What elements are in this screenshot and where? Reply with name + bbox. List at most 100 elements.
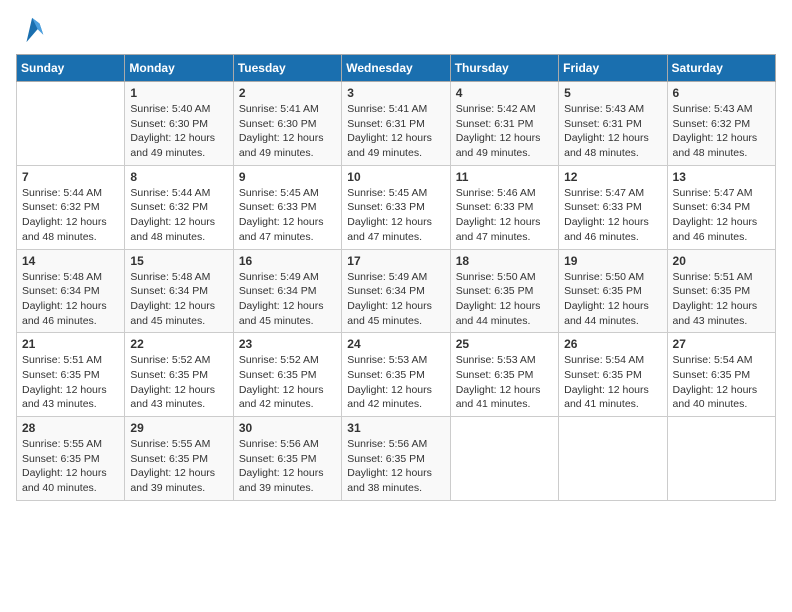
calendar-cell: 4 Sunrise: 5:42 AM Sunset: 6:31 PM Daylig… [450,82,558,166]
day-number: 25 [456,337,553,351]
calendar-week-row: 14 Sunrise: 5:48 AM Sunset: 6:34 PM Dayli… [17,249,776,333]
day-info: Sunrise: 5:44 AM Sunset: 6:32 PM Dayligh… [130,186,227,245]
day-info: Sunrise: 5:43 AM Sunset: 6:32 PM Dayligh… [673,102,770,161]
day-number: 3 [347,86,444,100]
day-number: 19 [564,254,661,268]
day-info: Sunrise: 5:54 AM Sunset: 6:35 PM Dayligh… [564,353,661,412]
calendar-cell: 13 Sunrise: 5:47 AM Sunset: 6:34 PM Dayli… [667,165,775,249]
day-info: Sunrise: 5:40 AM Sunset: 6:30 PM Dayligh… [130,102,227,161]
calendar-cell: 12 Sunrise: 5:47 AM Sunset: 6:33 PM Dayli… [559,165,667,249]
calendar-cell: 26 Sunrise: 5:54 AM Sunset: 6:35 PM Dayli… [559,333,667,417]
day-number: 23 [239,337,336,351]
calendar-cell: 27Sunrise: 5:54 AM Sunset: 6:35 PM Dayli… [667,333,775,417]
calendar-cell: 28Sunrise: 5:55 AM Sunset: 6:35 PM Dayli… [17,417,125,501]
day-number: 2 [239,86,336,100]
day-info: Sunrise: 5:51 AM Sunset: 6:35 PM Dayligh… [22,353,119,412]
day-number: 15 [130,254,227,268]
calendar-week-row: 21 Sunrise: 5:51 AM Sunset: 6:35 PM Dayli… [17,333,776,417]
day-number: 14 [22,254,119,268]
calendar-cell: 7 Sunrise: 5:44 AM Sunset: 6:32 PM Daylig… [17,165,125,249]
calendar-cell: 31 Sunrise: 5:56 AM Sunset: 6:35 PM Dayli… [342,417,450,501]
calendar-cell: 15 Sunrise: 5:48 AM Sunset: 6:34 PM Dayli… [125,249,233,333]
calendar-cell: 5 Sunrise: 5:43 AM Sunset: 6:31 PM Daylig… [559,82,667,166]
day-of-week-header: Friday [559,55,667,82]
calendar-cell: 22 Sunrise: 5:52 AM Sunset: 6:35 PM Dayli… [125,333,233,417]
day-number: 22 [130,337,227,351]
day-number: 6 [673,86,770,100]
calendar-cell: 9Sunrise: 5:45 AM Sunset: 6:33 PM Daylig… [233,165,341,249]
day-number: 18 [456,254,553,268]
day-info: Sunrise: 5:52 AM Sunset: 6:35 PM Dayligh… [239,353,336,412]
calendar-cell: 23 Sunrise: 5:52 AM Sunset: 6:35 PM Dayli… [233,333,341,417]
day-number: 31 [347,421,444,435]
day-info: Sunrise: 5:53 AM Sunset: 6:35 PM Dayligh… [456,353,553,412]
calendar-table: SundayMondayTuesdayWednesdayThursdayFrid… [16,54,776,501]
day-number: 7 [22,170,119,184]
calendar-cell: 17Sunrise: 5:49 AM Sunset: 6:34 PM Dayli… [342,249,450,333]
day-info: Sunrise: 5:48 AM Sunset: 6:34 PM Dayligh… [22,270,119,329]
day-number: 21 [22,337,119,351]
page-header [16,16,776,44]
calendar-cell: 6 Sunrise: 5:43 AM Sunset: 6:32 PM Daylig… [667,82,775,166]
calendar-cell: 20 Sunrise: 5:51 AM Sunset: 6:35 PM Dayli… [667,249,775,333]
day-number: 26 [564,337,661,351]
day-info: Sunrise: 5:49 AM Sunset: 6:34 PM Dayligh… [239,270,336,329]
day-info: Sunrise: 5:56 AM Sunset: 6:35 PM Dayligh… [239,437,336,496]
day-number: 8 [130,170,227,184]
day-info: Sunrise: 5:51 AM Sunset: 6:35 PM Dayligh… [673,270,770,329]
calendar-cell: 2 Sunrise: 5:41 AM Sunset: 6:30 PM Daylig… [233,82,341,166]
day-info: Sunrise: 5:52 AM Sunset: 6:35 PM Dayligh… [130,353,227,412]
day-number: 27 [673,337,770,351]
day-number: 4 [456,86,553,100]
calendar-cell: 30 Sunrise: 5:56 AM Sunset: 6:35 PM Dayli… [233,417,341,501]
day-of-week-header: Thursday [450,55,558,82]
day-info: Sunrise: 5:53 AM Sunset: 6:35 PM Dayligh… [347,353,444,412]
day-info: Sunrise: 5:41 AM Sunset: 6:30 PM Dayligh… [239,102,336,161]
day-of-week-header: Wednesday [342,55,450,82]
logo-icon [19,16,47,44]
day-number: 30 [239,421,336,435]
day-info: Sunrise: 5:43 AM Sunset: 6:31 PM Dayligh… [564,102,661,161]
calendar-week-row: 7 Sunrise: 5:44 AM Sunset: 6:32 PM Daylig… [17,165,776,249]
day-info: Sunrise: 5:45 AM Sunset: 6:33 PM Dayligh… [239,186,336,245]
day-of-week-header: Saturday [667,55,775,82]
calendar-cell [559,417,667,501]
day-number: 1 [130,86,227,100]
calendar-cell: 14 Sunrise: 5:48 AM Sunset: 6:34 PM Dayli… [17,249,125,333]
calendar-cell [450,417,558,501]
day-number: 29 [130,421,227,435]
calendar-cell: 8 Sunrise: 5:44 AM Sunset: 6:32 PM Daylig… [125,165,233,249]
day-info: Sunrise: 5:49 AM Sunset: 6:34 PM Dayligh… [347,270,444,329]
calendar-cell: 11Sunrise: 5:46 AM Sunset: 6:33 PM Dayli… [450,165,558,249]
day-info: Sunrise: 5:48 AM Sunset: 6:34 PM Dayligh… [130,270,227,329]
day-number: 28 [22,421,119,435]
calendar-cell: 19Sunrise: 5:50 AM Sunset: 6:35 PM Dayli… [559,249,667,333]
calendar-week-row: 1 Sunrise: 5:40 AM Sunset: 6:30 PM Daylig… [17,82,776,166]
calendar-cell: 3 Sunrise: 5:41 AM Sunset: 6:31 PM Daylig… [342,82,450,166]
day-of-week-header: Tuesday [233,55,341,82]
day-info: Sunrise: 5:56 AM Sunset: 6:35 PM Dayligh… [347,437,444,496]
day-info: Sunrise: 5:41 AM Sunset: 6:31 PM Dayligh… [347,102,444,161]
day-info: Sunrise: 5:45 AM Sunset: 6:33 PM Dayligh… [347,186,444,245]
day-info: Sunrise: 5:47 AM Sunset: 6:33 PM Dayligh… [564,186,661,245]
day-of-week-header: Sunday [17,55,125,82]
day-info: Sunrise: 5:42 AM Sunset: 6:31 PM Dayligh… [456,102,553,161]
calendar-header-row: SundayMondayTuesdayWednesdayThursdayFrid… [17,55,776,82]
day-number: 10 [347,170,444,184]
day-number: 12 [564,170,661,184]
day-number: 11 [456,170,553,184]
calendar-cell: 21 Sunrise: 5:51 AM Sunset: 6:35 PM Dayli… [17,333,125,417]
day-info: Sunrise: 5:55 AM Sunset: 6:35 PM Dayligh… [130,437,227,496]
day-info: Sunrise: 5:50 AM Sunset: 6:35 PM Dayligh… [456,270,553,329]
day-info: Sunrise: 5:47 AM Sunset: 6:34 PM Dayligh… [673,186,770,245]
day-number: 20 [673,254,770,268]
calendar-week-row: 28 Sunrise: 5:55 AM Sunset: 6:35 PM Dayli… [17,417,776,501]
calendar-cell [17,82,125,166]
calendar-cell [667,417,775,501]
day-number: 5 [564,86,661,100]
calendar-cell: 24Sunrise: 5:53 AM Sunset: 6:35 PM Dayli… [342,333,450,417]
calendar-cell: 10 Sunrise: 5:45 AM Sunset: 6:33 PM Dayli… [342,165,450,249]
day-info: Sunrise: 5:44 AM Sunset: 6:32 PM Dayligh… [22,186,119,245]
day-number: 16 [239,254,336,268]
day-number: 13 [673,170,770,184]
